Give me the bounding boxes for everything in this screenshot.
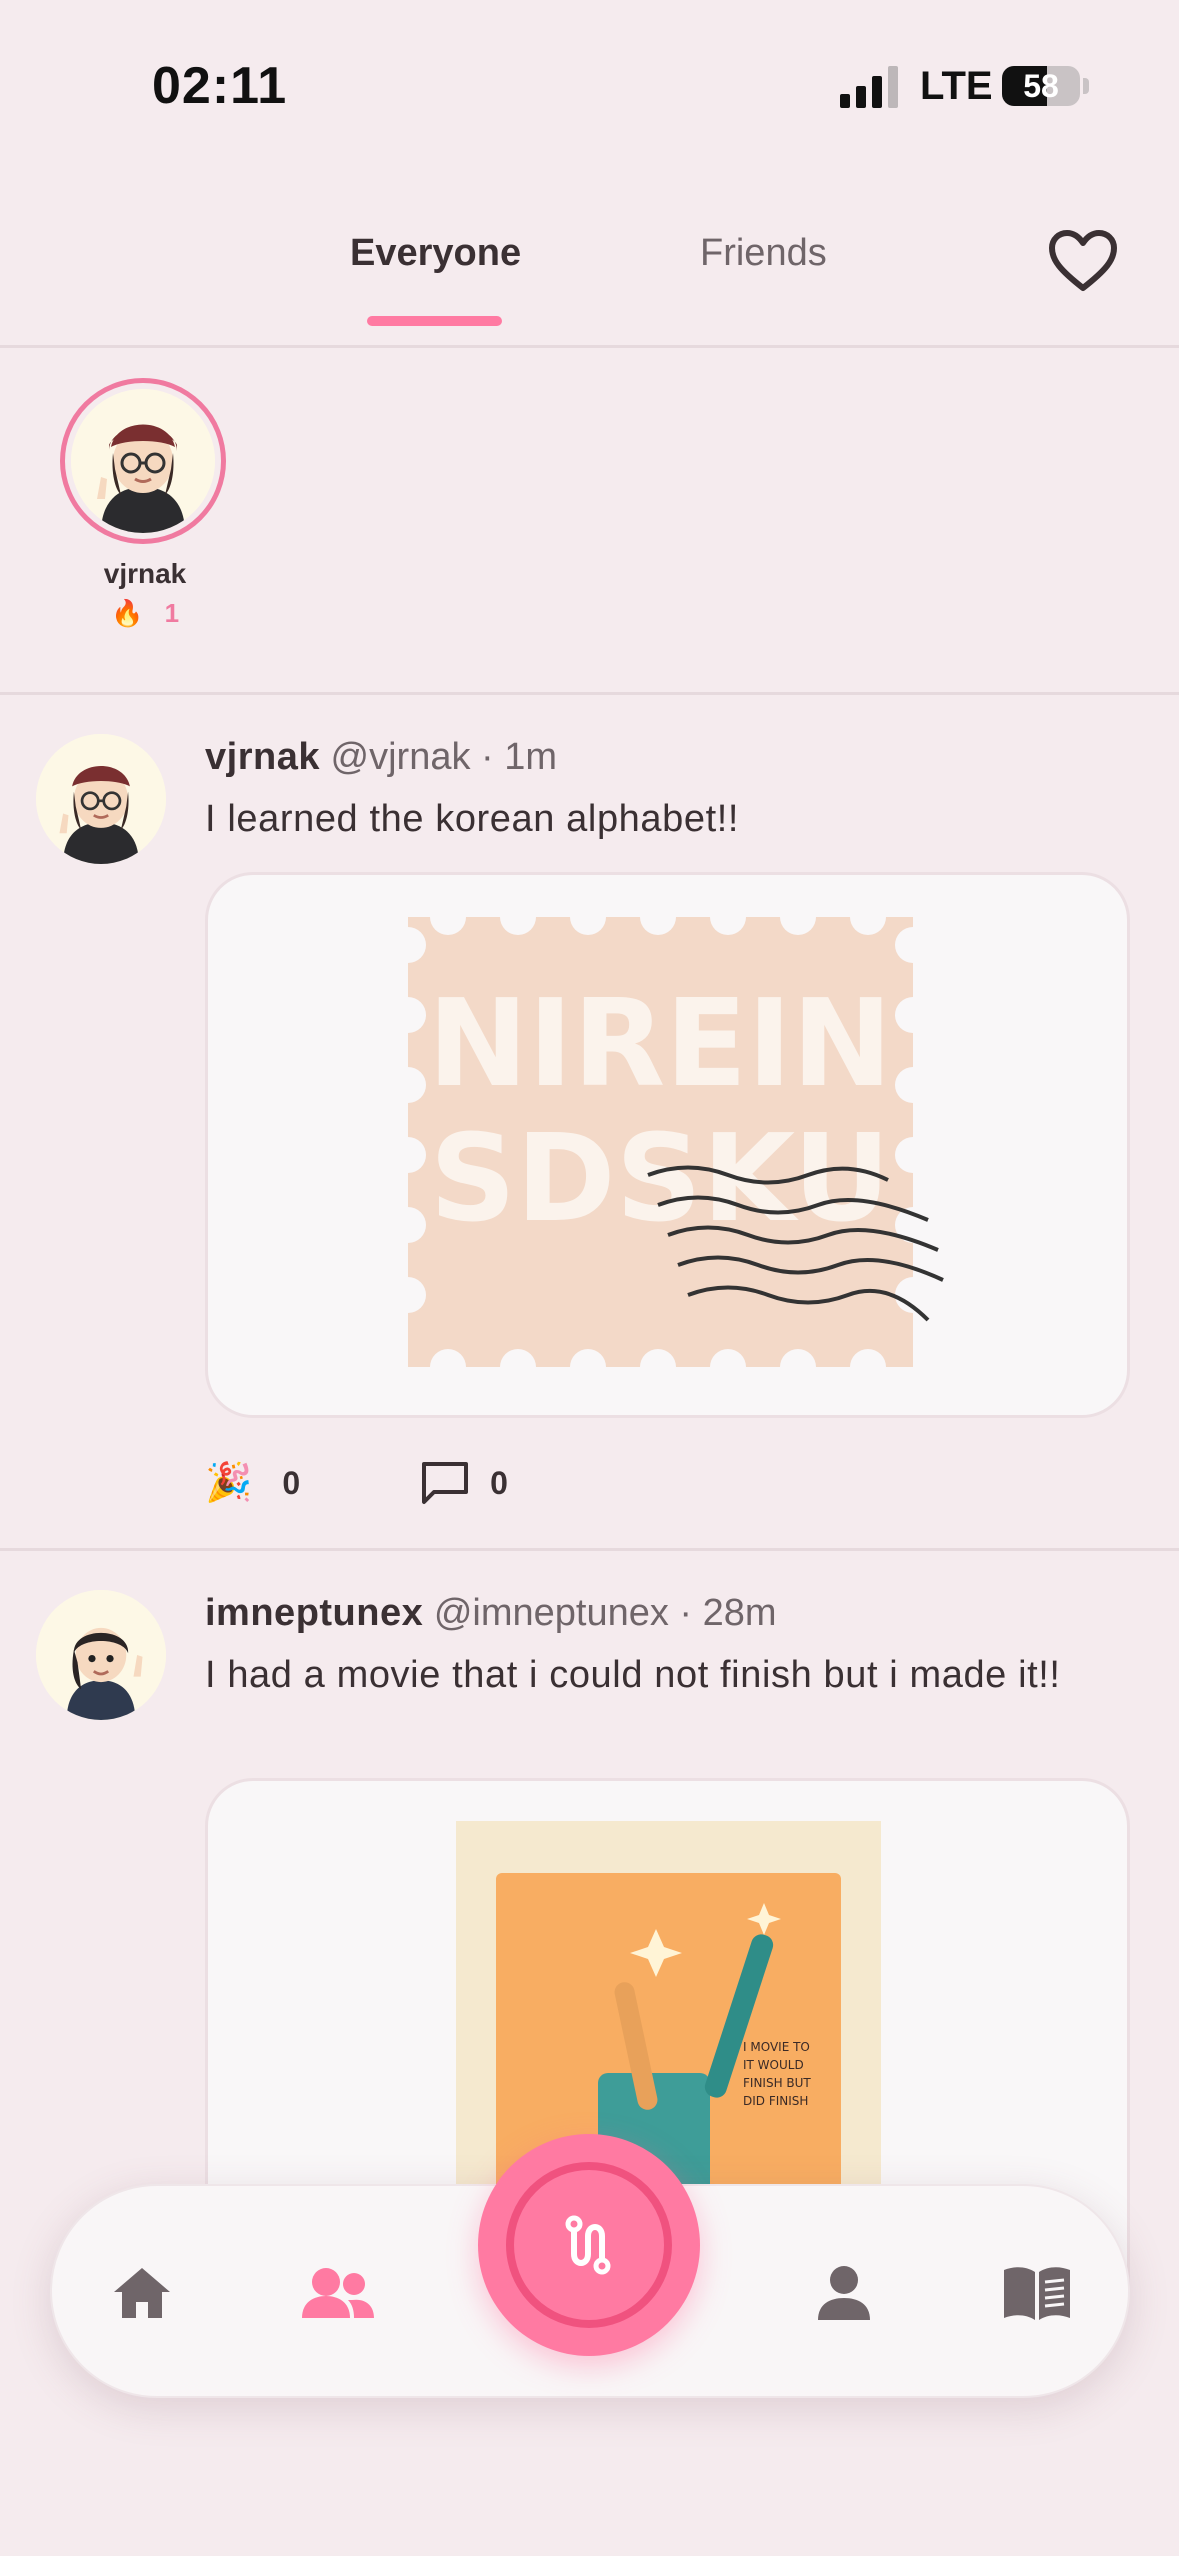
battery-icon: 58 bbox=[1002, 66, 1080, 106]
tab-friends[interactable]: Friends bbox=[700, 232, 827, 275]
avatar bbox=[71, 389, 215, 533]
battery-cap bbox=[1083, 78, 1089, 94]
feed-tabs: Everyone Friends bbox=[0, 220, 1179, 348]
avatar-illustration bbox=[36, 1590, 166, 1720]
comment-icon bbox=[422, 1462, 469, 1504]
active-tab-indicator bbox=[367, 316, 502, 326]
stamp-image: NIREIN SDSKU bbox=[390, 899, 944, 1385]
profile-icon[interactable] bbox=[812, 2264, 876, 2322]
story-item[interactable]: vjrnak 🔥 1 bbox=[60, 378, 230, 629]
post-divider bbox=[0, 1548, 1179, 1551]
create-post-button[interactable] bbox=[478, 2134, 700, 2356]
battery-percent: 58 bbox=[1023, 68, 1059, 104]
post-reactions: 🎉 0 0 bbox=[205, 1460, 628, 1506]
status-time: 02:11 bbox=[152, 57, 288, 115]
streak-count: 🔥 1 bbox=[60, 598, 230, 629]
signal-icon bbox=[840, 66, 898, 108]
friends-icon[interactable] bbox=[300, 2264, 376, 2322]
path-icon bbox=[565, 2215, 611, 2275]
fire-icon: 🔥 bbox=[110, 598, 144, 628]
svg-text:IT WOULD: IT WOULD bbox=[743, 2058, 804, 2072]
post-handle-time: @vjrnak · 1m bbox=[330, 736, 558, 778]
celebrate-button[interactable]: 🎉 0 bbox=[205, 1461, 300, 1505]
post-author-name[interactable]: imneptunex bbox=[205, 1592, 423, 1634]
post-header: imneptunex @imneptunex · 28m bbox=[205, 1592, 777, 1635]
celebrate-count: 0 bbox=[282, 1464, 301, 1501]
post-header: vjrnak @vjrnak · 1m bbox=[205, 736, 557, 779]
comment-count: 0 bbox=[490, 1464, 508, 1501]
comment-button[interactable]: 0 bbox=[420, 1460, 508, 1506]
stories-divider bbox=[0, 692, 1179, 695]
status-bar: 02:11 LTE 58 bbox=[0, 0, 1179, 150]
post-avatar[interactable] bbox=[36, 734, 166, 864]
avatar-illustration bbox=[71, 389, 215, 533]
story-ring bbox=[60, 378, 226, 544]
journal-icon[interactable] bbox=[1000, 2264, 1074, 2322]
post-text: I had a movie that i could not finish bu… bbox=[205, 1654, 1061, 1696]
stamp-line-2: SDSKU bbox=[430, 1110, 891, 1249]
stamp-note-text: I MOVIE TO bbox=[743, 2040, 810, 2054]
party-popper-icon: 🎉 bbox=[205, 1462, 253, 1504]
network-type: LTE bbox=[920, 64, 993, 108]
story-username: vjrnak bbox=[103, 558, 187, 589]
post-text: I learned the korean alphabet!! bbox=[205, 798, 740, 840]
header-divider bbox=[0, 345, 1179, 348]
svg-text:FINISH BUT: FINISH BUT bbox=[743, 2076, 811, 2090]
avatar-illustration bbox=[36, 734, 166, 864]
post-handle-time: @imneptunex · 28m bbox=[433, 1592, 777, 1634]
svg-text:DID FINISH: DID FINISH bbox=[743, 2094, 808, 2108]
post-avatar[interactable] bbox=[36, 1590, 166, 1720]
streak-value: 1 bbox=[164, 598, 180, 628]
post-image-card[interactable]: NIREIN SDSKU bbox=[205, 872, 1130, 1418]
post-author-name[interactable]: vjrnak bbox=[205, 736, 320, 778]
home-icon[interactable] bbox=[110, 2264, 174, 2322]
heart-outline-icon[interactable] bbox=[1048, 230, 1118, 292]
tab-everyone[interactable]: Everyone bbox=[350, 232, 521, 275]
stamp-line-1: NIREIN bbox=[428, 975, 893, 1114]
